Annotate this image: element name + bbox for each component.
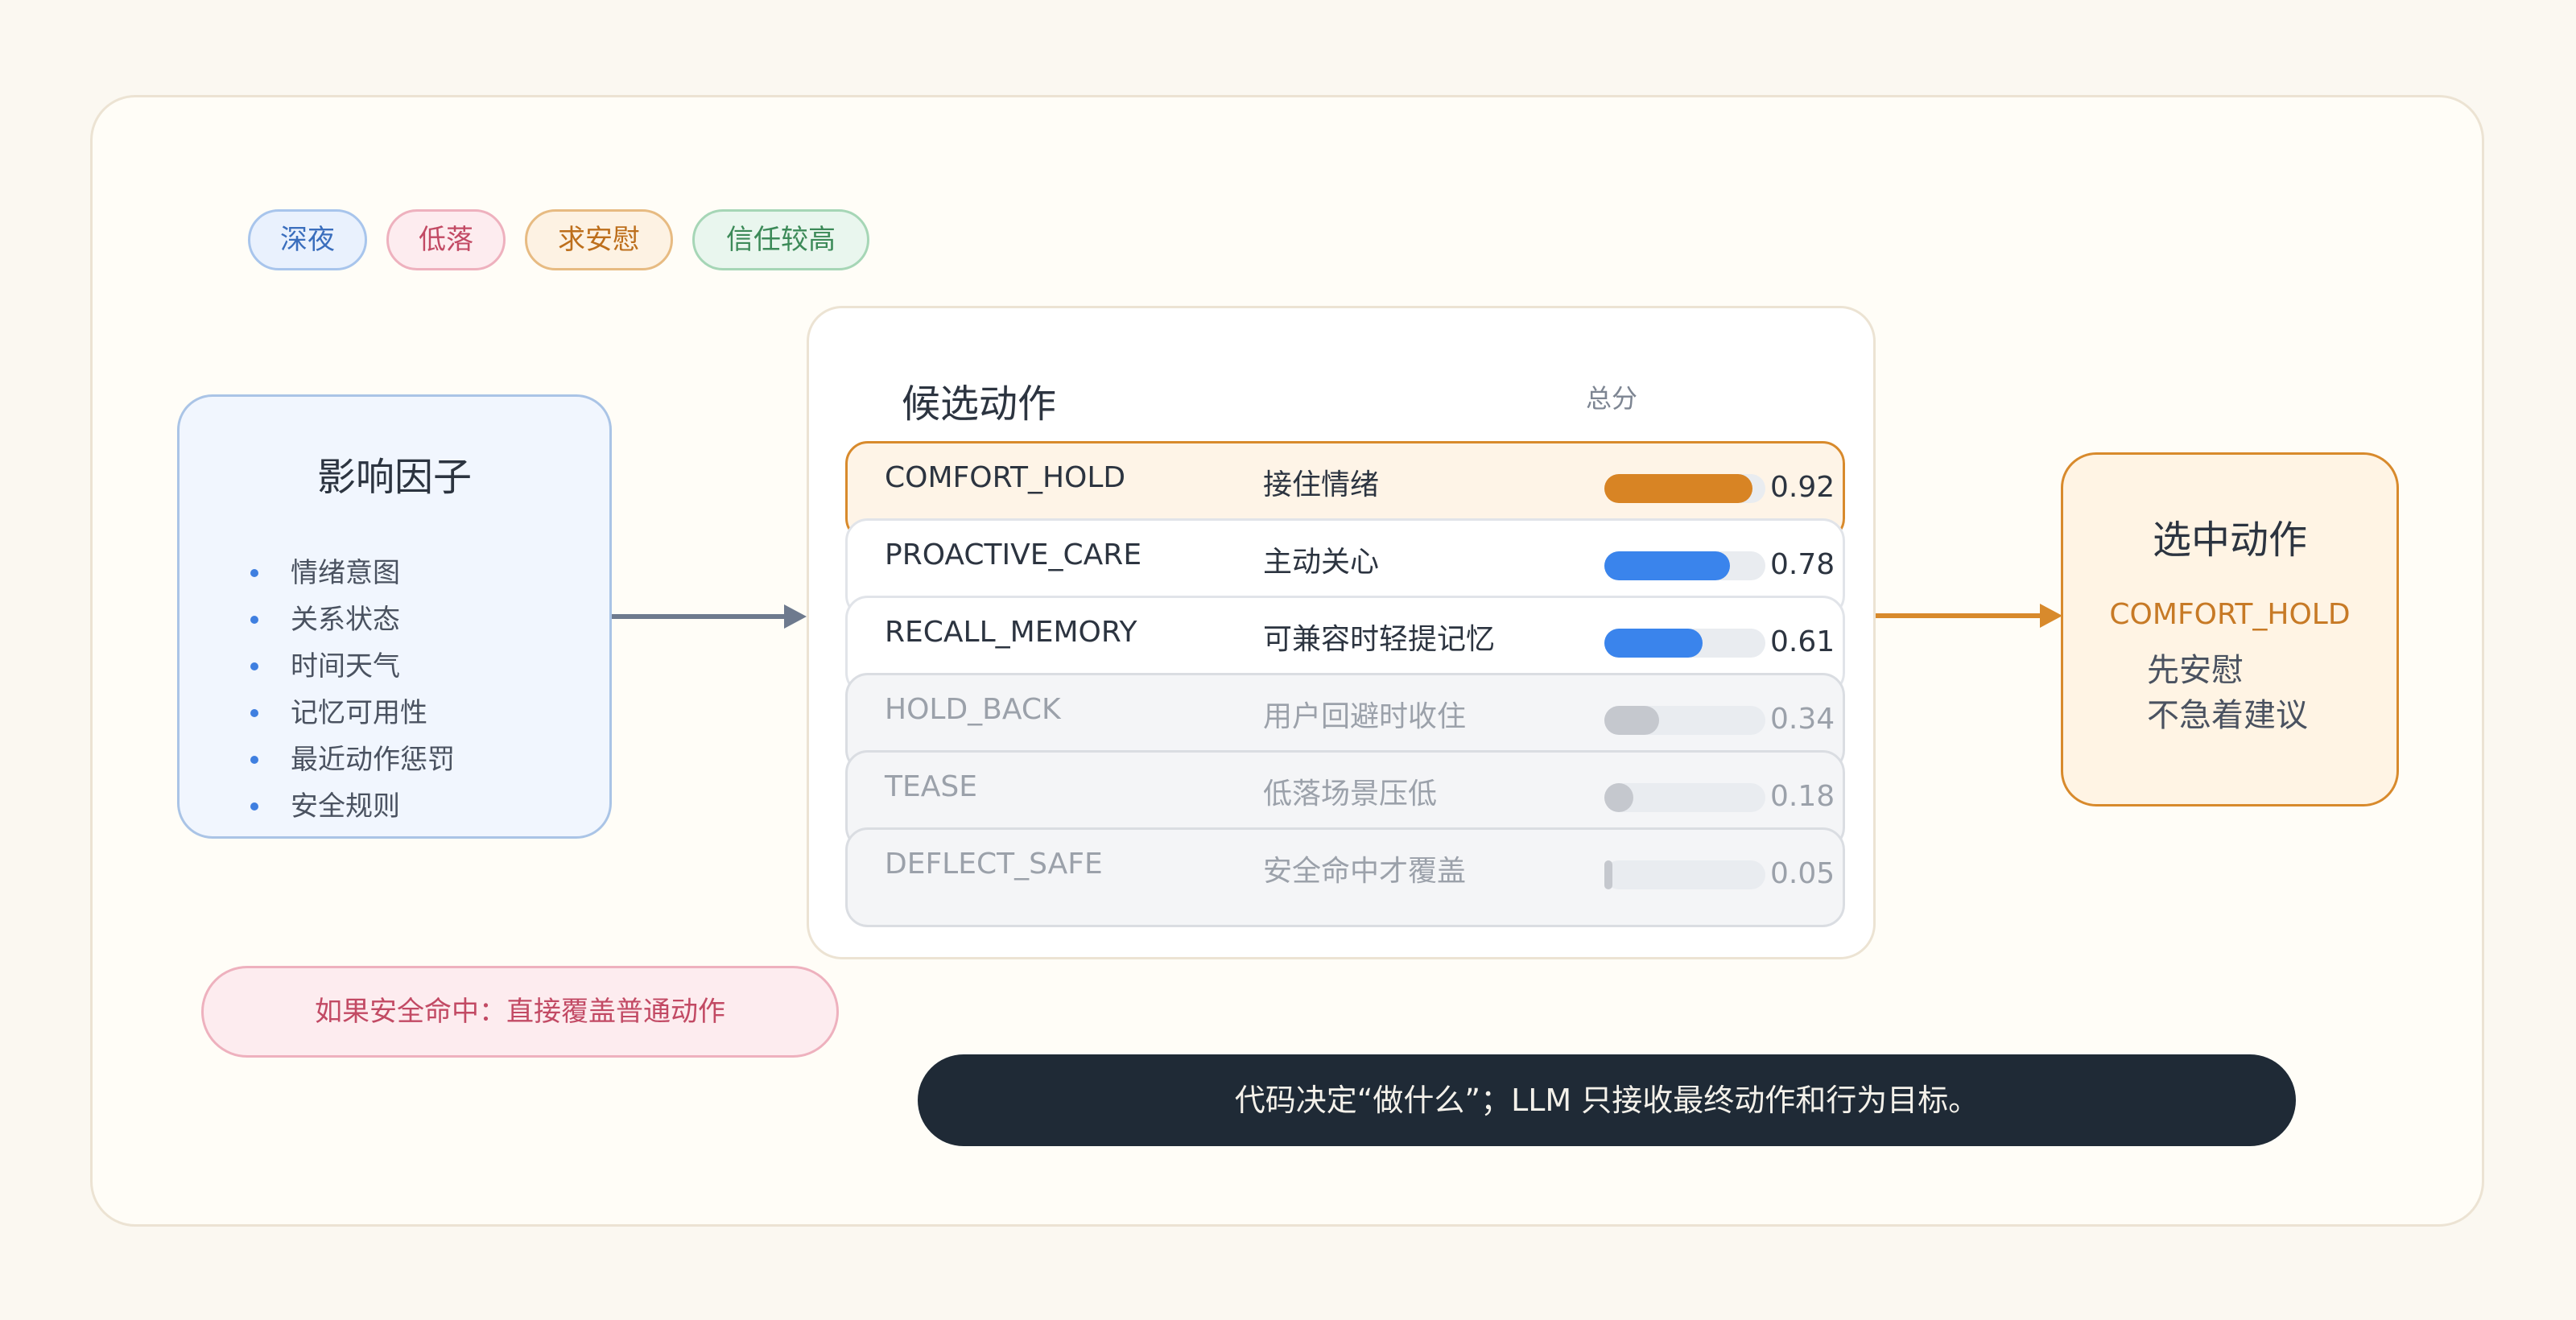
factors-box: 影响因子 情绪意图 关系状态 时间天气 记忆可用性 最近动作惩罚 安全规则 [177,394,612,839]
action-code: DEFLECT_SAFE [885,848,1103,881]
action-label: 接住情绪 [1263,468,1380,501]
score-bar-fill [1604,706,1659,735]
bullet-dot [250,616,258,624]
action-code: RECALL_MEMORY [885,616,1137,649]
action-label: 安全命中才覆盖 [1263,855,1467,888]
arrow-right-icon [784,604,807,629]
action-label: 低落场景压低 [1263,778,1438,811]
action-label: 主动关心 [1263,546,1380,579]
score-bar-track [1604,860,1765,889]
safety-override-note: 如果安全命中：直接覆盖普通动作 [201,966,839,1058]
context-tag-high-trust: 信任较高 [692,209,869,270]
score-value: 0.18 [1770,780,1835,813]
factors-list: 情绪意图 关系状态 时间天气 记忆可用性 最近动作惩罚 安全规则 [250,550,455,830]
score-value: 0.61 [1770,625,1835,658]
score-value: 0.34 [1770,703,1835,736]
arrow-right-icon [2040,604,2062,628]
candidate-row: DEFLECT_SAFE 安全命中才覆盖 0.05 [845,827,1845,927]
factor-label: 记忆可用性 [291,697,427,729]
selected-action-box: 选中动作 COMFORT_HOLD 先安慰 不急着建议 [2061,452,2399,806]
factor-item: 安全规则 [250,783,455,830]
factor-label: 关系状态 [291,604,400,636]
score-bar-track [1604,783,1765,812]
context-tag-low-mood: 低落 [386,209,506,270]
score-bar-fill [1604,551,1730,580]
score-bar-track [1604,551,1765,580]
factors-to-candidates-arrow-line [612,614,789,619]
action-code: TEASE [885,770,977,803]
bullet-dot [250,709,258,717]
bullet-dot [250,802,258,811]
selected-action-note: 先安慰 不急着建议 [2147,648,2308,738]
footer-banner: 代码决定“做什么”；LLM 只接收最终动作和行为目标。 [918,1054,2296,1146]
bullet-dot [250,569,258,577]
factor-label: 情绪意图 [291,557,400,589]
score-bar-fill [1604,629,1703,658]
factor-item: 记忆可用性 [250,690,455,736]
score-value: 0.78 [1770,548,1835,581]
candidates-to-selected-arrow-line [1876,613,2045,618]
factor-item: 最近动作惩罚 [250,736,455,783]
score-bar-track [1604,706,1765,735]
context-tag-seek-comfort: 求安慰 [525,209,673,270]
selected-action-title: 选中动作 [2152,518,2307,563]
action-label: 可兼容时轻提记忆 [1263,623,1496,656]
action-code: COMFORT_HOLD [885,461,1126,494]
action-code: HOLD_BACK [885,693,1061,726]
score-value: 0.05 [1770,857,1835,890]
factor-item: 时间天气 [250,643,455,690]
score-column-header: 总分 [1586,383,1638,414]
score-bar-fill [1604,860,1612,889]
score-bar-track [1604,474,1765,503]
score-value: 0.92 [1770,471,1835,504]
candidates-title: 候选动作 [902,382,1057,427]
score-bar-fill [1604,783,1633,812]
factor-label: 时间天气 [291,650,400,683]
selected-note-line: 不急着建议 [2147,697,2308,734]
score-bar-fill [1604,474,1752,503]
factor-label: 安全规则 [291,790,400,823]
factor-item: 情绪意图 [250,550,455,596]
selected-action-code: COMFORT_HOLD [2109,598,2351,631]
score-bar-track [1604,629,1765,658]
bullet-dot [250,662,258,670]
context-tag-late-night: 深夜 [248,209,367,270]
factor-item: 关系状态 [250,596,455,643]
bullet-dot [250,756,258,764]
factors-title: 影响因子 [316,455,472,500]
action-label: 用户回避时收住 [1263,700,1467,733]
action-code: PROACTIVE_CARE [885,538,1142,571]
selected-note-line: 先安慰 [2147,652,2244,689]
factor-label: 最近动作惩罚 [291,744,455,776]
